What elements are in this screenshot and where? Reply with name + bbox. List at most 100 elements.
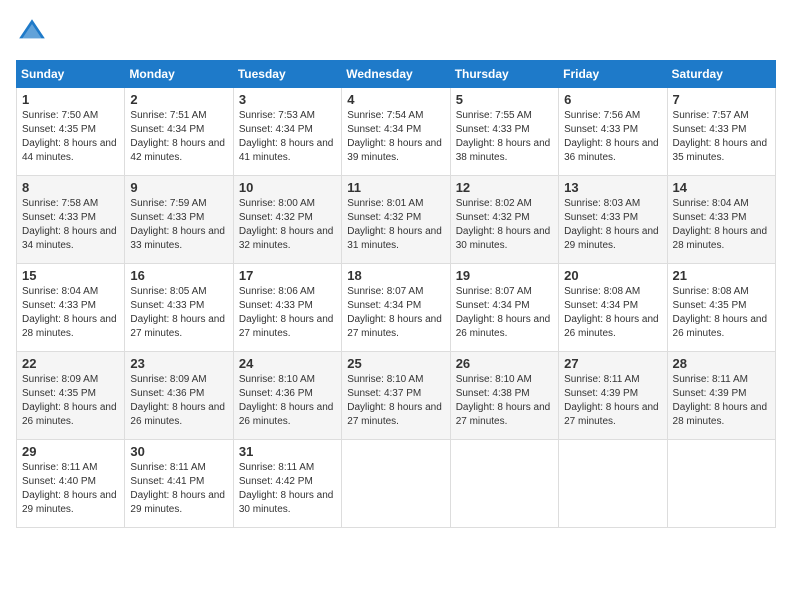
calendar-week-5: 29 Sunrise: 8:11 AM Sunset: 4:40 PM Dayl… [17,440,776,528]
day-number: 31 [239,444,336,459]
day-number: 15 [22,268,119,283]
logo [16,16,52,48]
calendar-cell: 26 Sunrise: 8:10 AM Sunset: 4:38 PM Dayl… [450,352,558,440]
calendar-week-1: 1 Sunrise: 7:50 AM Sunset: 4:35 PM Dayli… [17,88,776,176]
calendar-cell [559,440,667,528]
day-info: Sunrise: 8:03 AM Sunset: 4:33 PM Dayligh… [564,197,661,253]
day-number: 6 [564,92,661,107]
calendar-week-2: 8 Sunrise: 7:58 AM Sunset: 4:33 PM Dayli… [17,176,776,264]
calendar-cell: 20 Sunrise: 8:08 AM Sunset: 4:34 PM Dayl… [559,264,667,352]
day-number: 2 [130,92,227,107]
day-number: 9 [130,180,227,195]
day-info: Sunrise: 8:07 AM Sunset: 4:34 PM Dayligh… [347,285,444,341]
col-header-sunday: Sunday [17,61,125,88]
day-number: 14 [673,180,770,195]
calendar-cell: 1 Sunrise: 7:50 AM Sunset: 4:35 PM Dayli… [17,88,125,176]
calendar-cell: 14 Sunrise: 8:04 AM Sunset: 4:33 PM Dayl… [667,176,775,264]
calendar-cell: 4 Sunrise: 7:54 AM Sunset: 4:34 PM Dayli… [342,88,450,176]
day-number: 3 [239,92,336,107]
day-info: Sunrise: 8:10 AM Sunset: 4:37 PM Dayligh… [347,373,444,429]
calendar-cell: 24 Sunrise: 8:10 AM Sunset: 4:36 PM Dayl… [233,352,341,440]
day-info: Sunrise: 7:58 AM Sunset: 4:33 PM Dayligh… [22,197,119,253]
day-number: 24 [239,356,336,371]
day-info: Sunrise: 7:54 AM Sunset: 4:34 PM Dayligh… [347,109,444,165]
day-number: 21 [673,268,770,283]
day-info: Sunrise: 8:10 AM Sunset: 4:36 PM Dayligh… [239,373,336,429]
col-header-wednesday: Wednesday [342,61,450,88]
day-number: 16 [130,268,227,283]
col-header-friday: Friday [559,61,667,88]
calendar-cell: 13 Sunrise: 8:03 AM Sunset: 4:33 PM Dayl… [559,176,667,264]
day-number: 22 [22,356,119,371]
day-info: Sunrise: 8:04 AM Sunset: 4:33 PM Dayligh… [22,285,119,341]
calendar-cell: 16 Sunrise: 8:05 AM Sunset: 4:33 PM Dayl… [125,264,233,352]
day-number: 17 [239,268,336,283]
calendar-cell: 21 Sunrise: 8:08 AM Sunset: 4:35 PM Dayl… [667,264,775,352]
calendar-cell: 18 Sunrise: 8:07 AM Sunset: 4:34 PM Dayl… [342,264,450,352]
day-info: Sunrise: 7:50 AM Sunset: 4:35 PM Dayligh… [22,109,119,165]
day-info: Sunrise: 8:08 AM Sunset: 4:35 PM Dayligh… [673,285,770,341]
day-number: 11 [347,180,444,195]
day-number: 26 [456,356,553,371]
calendar-cell: 2 Sunrise: 7:51 AM Sunset: 4:34 PM Dayli… [125,88,233,176]
day-info: Sunrise: 8:11 AM Sunset: 4:41 PM Dayligh… [130,461,227,517]
day-info: Sunrise: 8:04 AM Sunset: 4:33 PM Dayligh… [673,197,770,253]
day-info: Sunrise: 7:55 AM Sunset: 4:33 PM Dayligh… [456,109,553,165]
day-number: 28 [673,356,770,371]
col-header-tuesday: Tuesday [233,61,341,88]
day-number: 12 [456,180,553,195]
calendar-cell: 25 Sunrise: 8:10 AM Sunset: 4:37 PM Dayl… [342,352,450,440]
logo-icon [16,16,48,48]
calendar-table: SundayMondayTuesdayWednesdayThursdayFrid… [16,60,776,528]
day-number: 20 [564,268,661,283]
calendar-cell: 9 Sunrise: 7:59 AM Sunset: 4:33 PM Dayli… [125,176,233,264]
calendar-cell: 15 Sunrise: 8:04 AM Sunset: 4:33 PM Dayl… [17,264,125,352]
col-header-saturday: Saturday [667,61,775,88]
day-info: Sunrise: 8:09 AM Sunset: 4:36 PM Dayligh… [130,373,227,429]
day-number: 29 [22,444,119,459]
day-number: 4 [347,92,444,107]
day-number: 18 [347,268,444,283]
day-number: 7 [673,92,770,107]
day-info: Sunrise: 8:09 AM Sunset: 4:35 PM Dayligh… [22,373,119,429]
day-info: Sunrise: 8:11 AM Sunset: 4:40 PM Dayligh… [22,461,119,517]
day-number: 23 [130,356,227,371]
day-number: 10 [239,180,336,195]
calendar-cell [667,440,775,528]
page-header [16,16,776,48]
calendar-week-3: 15 Sunrise: 8:04 AM Sunset: 4:33 PM Dayl… [17,264,776,352]
col-header-thursday: Thursday [450,61,558,88]
day-number: 1 [22,92,119,107]
calendar-cell: 8 Sunrise: 7:58 AM Sunset: 4:33 PM Dayli… [17,176,125,264]
calendar-cell [450,440,558,528]
calendar-cell: 11 Sunrise: 8:01 AM Sunset: 4:32 PM Dayl… [342,176,450,264]
calendar-cell [342,440,450,528]
day-number: 5 [456,92,553,107]
day-info: Sunrise: 8:06 AM Sunset: 4:33 PM Dayligh… [239,285,336,341]
calendar-cell: 29 Sunrise: 8:11 AM Sunset: 4:40 PM Dayl… [17,440,125,528]
day-info: Sunrise: 7:53 AM Sunset: 4:34 PM Dayligh… [239,109,336,165]
day-info: Sunrise: 8:05 AM Sunset: 4:33 PM Dayligh… [130,285,227,341]
col-header-monday: Monday [125,61,233,88]
calendar-cell: 6 Sunrise: 7:56 AM Sunset: 4:33 PM Dayli… [559,88,667,176]
calendar-cell: 30 Sunrise: 8:11 AM Sunset: 4:41 PM Dayl… [125,440,233,528]
day-info: Sunrise: 7:56 AM Sunset: 4:33 PM Dayligh… [564,109,661,165]
calendar-week-4: 22 Sunrise: 8:09 AM Sunset: 4:35 PM Dayl… [17,352,776,440]
calendar-cell: 17 Sunrise: 8:06 AM Sunset: 4:33 PM Dayl… [233,264,341,352]
calendar-cell: 23 Sunrise: 8:09 AM Sunset: 4:36 PM Dayl… [125,352,233,440]
calendar-cell: 7 Sunrise: 7:57 AM Sunset: 4:33 PM Dayli… [667,88,775,176]
day-number: 30 [130,444,227,459]
day-info: Sunrise: 8:10 AM Sunset: 4:38 PM Dayligh… [456,373,553,429]
day-info: Sunrise: 8:02 AM Sunset: 4:32 PM Dayligh… [456,197,553,253]
day-info: Sunrise: 8:08 AM Sunset: 4:34 PM Dayligh… [564,285,661,341]
day-info: Sunrise: 8:00 AM Sunset: 4:32 PM Dayligh… [239,197,336,253]
day-info: Sunrise: 7:51 AM Sunset: 4:34 PM Dayligh… [130,109,227,165]
day-info: Sunrise: 8:11 AM Sunset: 4:39 PM Dayligh… [673,373,770,429]
day-number: 27 [564,356,661,371]
calendar-cell: 28 Sunrise: 8:11 AM Sunset: 4:39 PM Dayl… [667,352,775,440]
calendar-cell: 22 Sunrise: 8:09 AM Sunset: 4:35 PM Dayl… [17,352,125,440]
calendar-cell: 27 Sunrise: 8:11 AM Sunset: 4:39 PM Dayl… [559,352,667,440]
calendar-cell: 19 Sunrise: 8:07 AM Sunset: 4:34 PM Dayl… [450,264,558,352]
day-info: Sunrise: 8:11 AM Sunset: 4:42 PM Dayligh… [239,461,336,517]
day-info: Sunrise: 8:11 AM Sunset: 4:39 PM Dayligh… [564,373,661,429]
